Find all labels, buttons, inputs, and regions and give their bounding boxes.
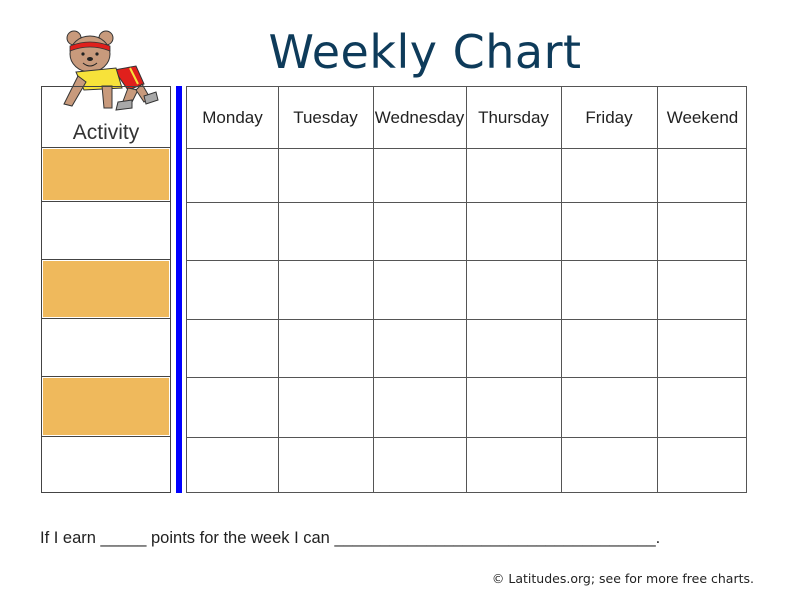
grid-cell[interactable] [561, 319, 657, 377]
column-divider [176, 86, 182, 493]
reward-middle: points for the week I can [146, 529, 335, 547]
grid-cell[interactable] [657, 319, 748, 377]
grid-cell[interactable] [466, 260, 561, 319]
grid-cell[interactable] [657, 377, 748, 437]
grid-cell[interactable] [657, 437, 748, 494]
page-title: Weekly Chart [268, 25, 582, 79]
grid-cell[interactable] [561, 202, 657, 260]
grid-cell[interactable] [657, 260, 748, 319]
reward-suffix: . [655, 529, 661, 547]
activity-highlight [43, 378, 169, 435]
grid-cell[interactable] [466, 377, 561, 437]
grid-cell[interactable] [278, 260, 373, 319]
activity-row[interactable] [42, 148, 170, 202]
grid-cell[interactable] [373, 377, 466, 437]
grid-cell[interactable] [657, 202, 748, 260]
grid-cell[interactable] [657, 148, 748, 202]
grid-cell[interactable] [187, 148, 278, 202]
grid-cell[interactable] [187, 377, 278, 437]
activity-column: Activity [41, 86, 171, 493]
activity-row[interactable] [42, 319, 170, 377]
grid-cell[interactable] [466, 202, 561, 260]
day-header-monday: Monday [202, 107, 263, 127]
grid-cell[interactable] [561, 377, 657, 437]
grid-cell[interactable] [187, 319, 278, 377]
activity-row[interactable] [42, 377, 170, 437]
grid-cell[interactable] [373, 202, 466, 260]
grid-cell[interactable] [561, 260, 657, 319]
grid-cell[interactable] [187, 202, 278, 260]
reward-blank[interactable]: ___________________________________ [334, 529, 655, 547]
grid-cell[interactable] [278, 437, 373, 494]
day-header-tuesday: Tuesday [293, 107, 358, 127]
activity-row[interactable] [42, 202, 170, 260]
reward-prefix: If I earn [40, 529, 101, 547]
grid-cell[interactable] [187, 260, 278, 319]
grid-cell[interactable] [373, 319, 466, 377]
grid-cell[interactable] [561, 437, 657, 494]
reward-sentence: If I earn _____ points for the week I ca… [40, 529, 660, 548]
grid-cell[interactable] [187, 437, 278, 494]
grid-cell[interactable] [373, 437, 466, 494]
copyright-footer: © Latitudes.org; see for more free chart… [491, 571, 754, 586]
activity-highlight [43, 149, 169, 200]
day-header-wednesday: Wednesday [374, 107, 465, 127]
grid-cell[interactable] [278, 148, 373, 202]
activity-highlight [43, 261, 169, 317]
activity-header-label: Activity [72, 121, 140, 144]
grid-cell[interactable] [373, 148, 466, 202]
points-blank[interactable]: _____ [101, 529, 147, 547]
grid-cell[interactable] [466, 437, 561, 494]
grid-cell[interactable] [278, 377, 373, 437]
grid-cell[interactable] [466, 319, 561, 377]
day-header-weekend: Weekend [666, 107, 739, 127]
day-header-thursday: Thursday [478, 107, 549, 127]
grid-cell[interactable] [561, 148, 657, 202]
grid-cell[interactable] [466, 148, 561, 202]
activity-header: Activity [42, 87, 170, 148]
activity-row[interactable] [42, 437, 170, 494]
grid-cell[interactable] [278, 319, 373, 377]
day-header-friday: Friday [585, 107, 633, 127]
grid-cell[interactable] [373, 260, 466, 319]
weekly-grid: Monday Tuesday Wednesday Thursday Friday Week… [186, 86, 747, 493]
grid-cell[interactable] [278, 202, 373, 260]
activity-row[interactable] [42, 260, 170, 319]
